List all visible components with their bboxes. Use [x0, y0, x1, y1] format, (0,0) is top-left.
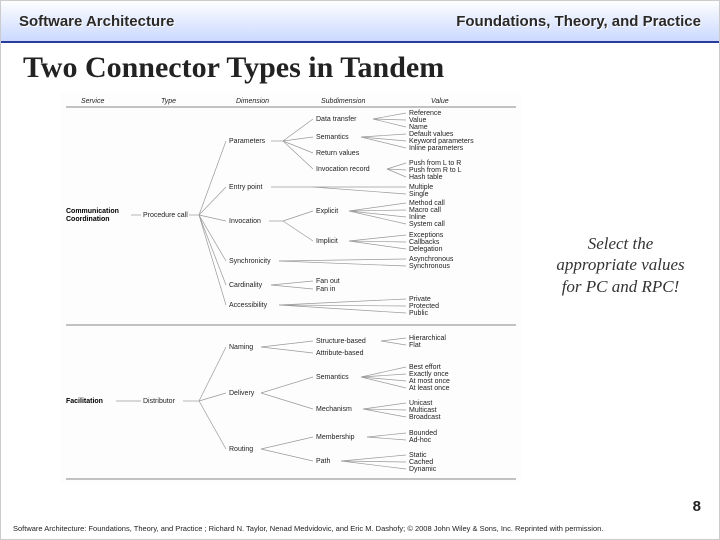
val-fanin: Fan in [316, 286, 336, 293]
val-atmost: At most once [409, 378, 450, 385]
val-inline: Inline [409, 214, 426, 221]
sub-data-transfer: Data transfer [316, 116, 357, 123]
val-macro: Macro call [409, 207, 441, 214]
val-hier: Hierarchical [409, 335, 446, 342]
val-protected: Protected [409, 303, 439, 310]
footer-credit: Software Architecture: Foundations, Theo… [13, 524, 707, 533]
val-broad: Broadcast [409, 414, 441, 421]
header-right: Foundations, Theory, and Practice [456, 13, 701, 30]
type-b: Distributor [143, 398, 176, 405]
val-flat: Flat [409, 342, 421, 349]
sub-explicit: Explicit [316, 208, 338, 215]
sub-del-mech: Mechanism [316, 406, 352, 413]
col-type: Type [161, 98, 176, 105]
val-private: Private [409, 296, 431, 303]
val-bounded: Bounded [409, 430, 437, 437]
val-default: Default values [409, 131, 454, 138]
val-exactly: Exactly once [409, 371, 449, 378]
dim-routing: Routing [229, 446, 253, 453]
dim-invocation: Invocation [229, 218, 261, 225]
header-left: Software Architecture [19, 13, 174, 30]
dim-card: Cardinality [229, 282, 263, 289]
slide-title: Two Connector Types in Tandem [23, 51, 444, 85]
val-dynamic: Dynamic [409, 466, 437, 473]
dim-naming: Naming [229, 344, 253, 351]
val-syncv: Synchronous [409, 263, 450, 270]
val-adhoc: Ad-hoc [409, 437, 432, 444]
sub-return-values: Return values [316, 150, 360, 157]
service-b: Facilitation [66, 398, 103, 405]
slide-root: Software Architecture Foundations, Theor… [0, 0, 720, 540]
col-dimension: Dimension [236, 98, 269, 105]
sub-implicit: Implicit [316, 238, 338, 245]
val-cached: Cached [409, 459, 433, 466]
sub-invocation-record: Invocation record [316, 166, 370, 173]
val-value: Value [409, 117, 426, 124]
fan-type-a [199, 141, 226, 305]
taxonomy-diagram: Service Type Dimension Subdimension Valu… [61, 93, 521, 485]
type-a: Procedure call [143, 212, 188, 219]
sub-structure: Structure-based [316, 338, 366, 345]
val-name: Name [409, 124, 428, 131]
col-service: Service [81, 98, 104, 105]
val-multiple: Multiple [409, 184, 433, 191]
dim-delivery: Delivery [229, 390, 255, 397]
val-callbacks: Callbacks [409, 239, 440, 246]
dim-entry: Entry point [229, 184, 263, 191]
dim-parameters: Parameters [229, 138, 266, 145]
val-ref: Reference [409, 110, 441, 117]
sub-attribute: Attribute-based [316, 350, 364, 357]
val-system: System call [409, 221, 445, 228]
val-push-lr: Push from L to R [409, 160, 461, 167]
val-method: Method call [409, 200, 445, 207]
val-keyword: Keyword parameters [409, 138, 474, 145]
sub-path: Path [316, 458, 331, 465]
val-fanout: Fan out [316, 278, 340, 285]
dim-sync: Synchronicity [229, 258, 271, 265]
val-single: Single [409, 191, 429, 198]
header-bar: Software Architecture Foundations, Theor… [1, 1, 719, 43]
service-a-2: Coordination [66, 216, 110, 223]
val-public: Public [409, 310, 429, 317]
val-uni: Unicast [409, 400, 432, 407]
col-subdimension: Subdimension [321, 98, 365, 105]
val-multi: Multicast [409, 407, 437, 414]
val-push-rl: Push from R to L [409, 167, 462, 174]
sub-semantics: Semantics [316, 134, 349, 141]
val-inline-param: Inline parameters [409, 145, 464, 152]
val-hash: Hash table [409, 174, 443, 181]
callout-text: Select the appropriate values for PC and… [548, 233, 693, 297]
service-a-1: Communication [66, 208, 119, 215]
col-value: Value [431, 98, 449, 105]
val-delegation: Delegation [409, 246, 443, 253]
dim-acc: Accessibility [229, 302, 268, 309]
sub-membership: Membership [316, 434, 355, 441]
sub-del-sem: Semantics [316, 374, 349, 381]
val-best: Best effort [409, 364, 441, 371]
page-number: 8 [693, 498, 701, 515]
val-static: Static [409, 452, 427, 459]
val-async: Asynchronous [409, 256, 454, 263]
val-atleast: At least once [409, 385, 450, 392]
val-exceptions: Exceptions [409, 232, 444, 239]
